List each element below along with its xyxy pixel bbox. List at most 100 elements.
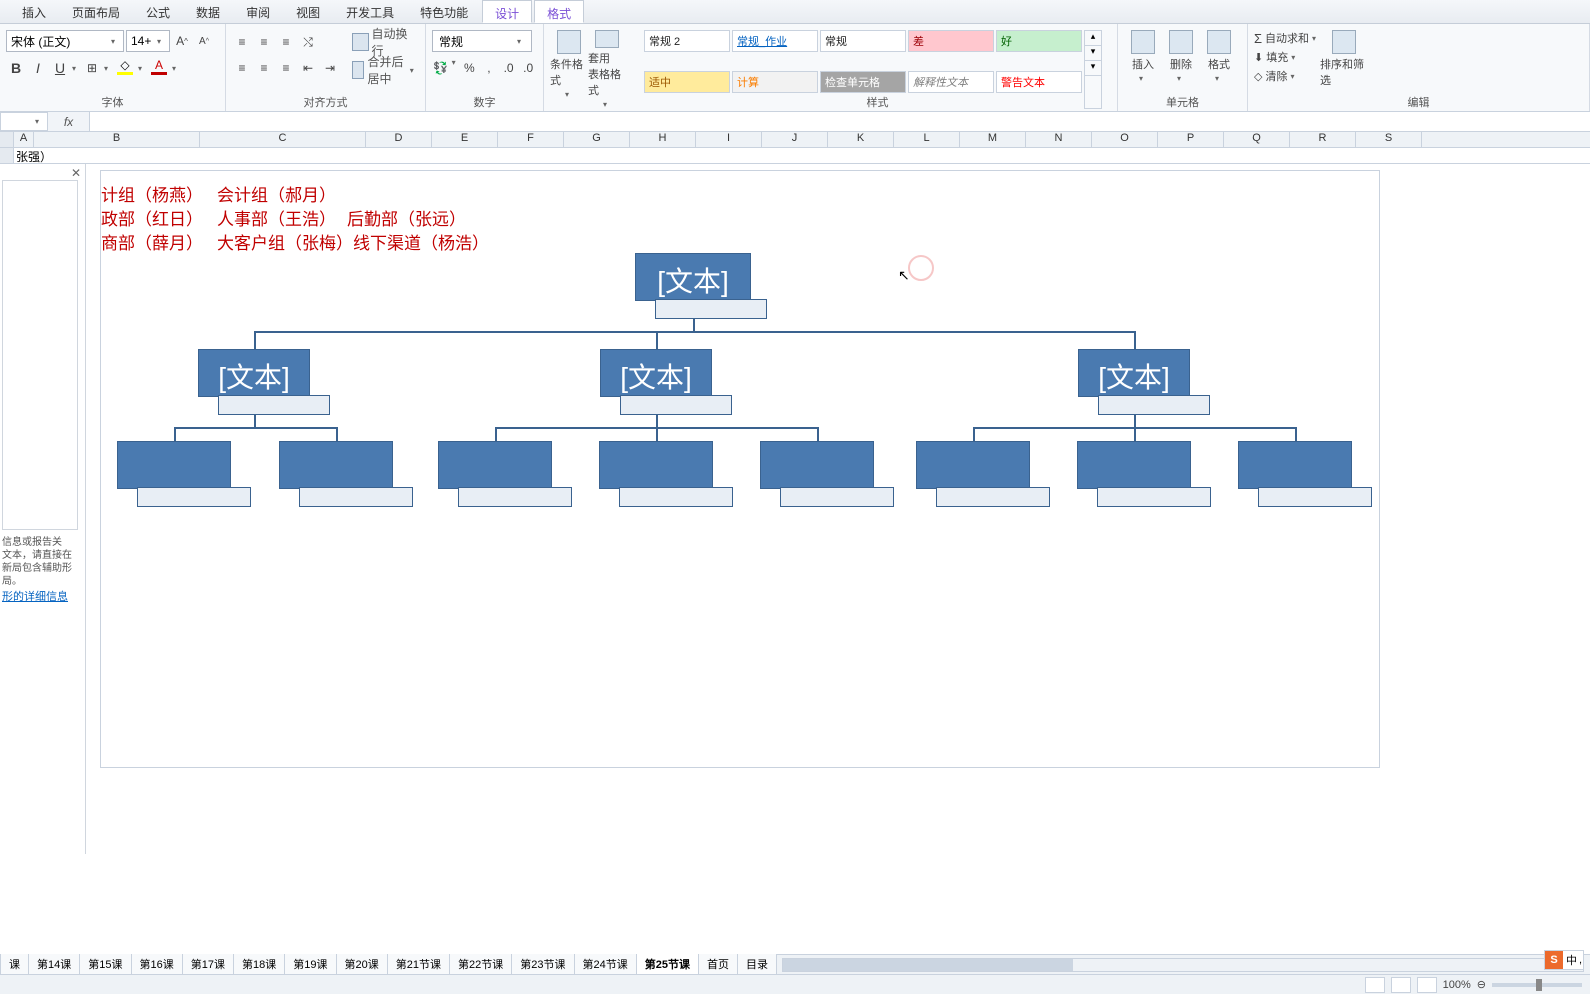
grow-font-icon[interactable]: A^ [172,31,192,51]
col-header-N[interactable]: N [1026,132,1092,147]
col-header-C[interactable]: C [200,132,366,147]
org-node-l3-7-sub[interactable] [1258,487,1372,507]
indent-dec-icon[interactable]: ⇤ [298,58,318,78]
style-警告文本[interactable]: 警告文本 [996,71,1082,93]
org-node-l3-7[interactable] [1238,441,1352,489]
org-node-l2-1[interactable]: [文本] [600,349,712,397]
ribbon-tab-页面布局[interactable]: 页面布局 [60,0,132,23]
fill-color-button[interactable]: ◇ [114,58,136,78]
sheet-tab-第17课[interactable]: 第17课 [182,954,234,975]
org-node-l2-0[interactable]: [文本] [198,349,310,397]
col-header-Q[interactable]: Q [1224,132,1290,147]
col-header-M[interactable]: M [960,132,1026,147]
orientation-icon[interactable]: ⤭ [298,32,318,52]
cell-a1[interactable]: 张强） [14,148,54,163]
wrap-text-button[interactable]: 自动换行 [348,30,419,54]
text-pane-link[interactable]: 形的详细信息 [2,588,83,604]
align-left-icon[interactable]: ≡ [232,58,252,78]
sheet-tab-课[interactable]: 课 [0,954,29,975]
org-node-l3-1-sub[interactable] [299,487,413,507]
fill-button[interactable]: ⬇填充▾ [1254,49,1320,65]
text-pane-graphic[interactable] [2,180,78,530]
col-header-I[interactable]: I [696,132,762,147]
ribbon-tab-开发工具[interactable]: 开发工具 [334,0,406,23]
org-node-l3-2-sub[interactable] [458,487,572,507]
ribbon-tab-设计[interactable]: 设计 [482,0,532,23]
sheet-tab-目录[interactable]: 目录 [737,954,777,975]
org-node-l3-3-sub[interactable] [619,487,733,507]
font-size-combo[interactable]: 14+▾ [126,30,170,52]
view-pagebreak-icon[interactable] [1417,977,1437,993]
smartart-frame[interactable]: 计组（杨燕）会计组（郝月）政部（红日）人事部（王浩）后勤部（张远）商部（薛月）大… [100,170,1380,768]
table-style-button[interactable]: 套用 表格格式▾ [588,26,626,109]
org-node-l3-6[interactable] [1077,441,1191,489]
style-常规 2[interactable]: 常规 2 [644,30,730,52]
indent-inc-icon[interactable]: ⇥ [320,58,340,78]
org-node-l2-2-sub[interactable] [1098,395,1210,415]
col-header-G[interactable]: G [564,132,630,147]
org-node-l3-6-sub[interactable] [1097,487,1211,507]
align-top-icon[interactable]: ≡ [232,32,252,52]
style-常规_作业[interactable]: 常规_作业 [732,30,818,52]
view-normal-icon[interactable] [1365,977,1385,993]
zoom-out-icon[interactable]: ⊖ [1477,978,1486,991]
sheet-tab-第14课[interactable]: 第14课 [28,954,80,975]
col-header-O[interactable]: O [1092,132,1158,147]
name-box[interactable]: ▾ [0,112,48,131]
style-解释性文本[interactable]: 解释性文本 [908,71,994,93]
style-好[interactable]: 好 [996,30,1082,52]
font-name-combo[interactable]: 宋体 (正文)▾ [6,30,124,52]
col-header-F[interactable]: F [498,132,564,147]
bold-button[interactable]: B [6,58,26,78]
col-header-B[interactable]: B [34,132,200,147]
org-node-l3-4[interactable] [760,441,874,489]
shrink-font-icon[interactable]: A^ [194,31,214,51]
horizontal-scrollbar[interactable] [782,958,1584,972]
col-header-K[interactable]: K [828,132,894,147]
align-bottom-icon[interactable]: ≡ [276,32,296,52]
sheet-tab-第23节课[interactable]: 第23节课 [511,954,574,975]
merge-center-button[interactable]: 合并后居中▾ [348,58,419,82]
col-header-H[interactable]: H [630,132,696,147]
ribbon-tab-数据[interactable]: 数据 [184,0,232,23]
col-header-E[interactable]: E [432,132,498,147]
close-icon[interactable]: ✕ [71,166,81,180]
fx-icon[interactable]: fx [48,112,90,131]
org-node-l3-1[interactable] [279,441,393,489]
style-适中[interactable]: 适中 [644,71,730,93]
org-node-l2-1-sub[interactable] [620,395,732,415]
sheet-tab-第24节课[interactable]: 第24节课 [574,954,637,975]
sheet-tab-第19课[interactable]: 第19课 [284,954,336,975]
org-node-l3-5-sub[interactable] [936,487,1050,507]
sheet-tab-第22节课[interactable]: 第22节课 [449,954,512,975]
comma-icon[interactable]: , [480,58,498,78]
conditional-format-button[interactable]: 条件格式▾ [550,26,588,109]
underline-button[interactable]: U [50,58,70,78]
col-header-L[interactable]: L [894,132,960,147]
style-差[interactable]: 差 [908,30,994,52]
style-常规[interactable]: 常规 [820,30,906,52]
style-计算[interactable]: 计算 [732,71,818,93]
col-header-A[interactable]: A [14,132,34,147]
sheet-tab-首页[interactable]: 首页 [698,954,738,975]
org-node-l3-2[interactable] [438,441,552,489]
view-layout-icon[interactable] [1391,977,1411,993]
org-node-root-sub[interactable] [655,299,767,319]
sheet-tab-第15课[interactable]: 第15课 [79,954,131,975]
col-header-S[interactable]: S [1356,132,1422,147]
formula-input[interactable] [90,112,1590,131]
zoom-label[interactable]: 100% [1443,979,1471,991]
border-button[interactable]: ⊞ [82,58,102,78]
italic-button[interactable]: I [28,58,48,78]
align-center-icon[interactable]: ≡ [254,58,274,78]
ime-indicator[interactable]: S中, [1544,950,1584,970]
ribbon-tab-格式[interactable]: 格式 [534,0,584,23]
ribbon-tab-审阅[interactable]: 审阅 [234,0,282,23]
col-header-D[interactable]: D [366,132,432,147]
align-right-icon[interactable]: ≡ [276,58,296,78]
sheet-tab-第21节课[interactable]: 第21节课 [387,954,450,975]
col-header-R[interactable]: R [1290,132,1356,147]
sheet-tab-第16课[interactable]: 第16课 [131,954,183,975]
org-node-l3-5[interactable] [916,441,1030,489]
clear-button[interactable]: ◇清除▾ [1254,68,1320,84]
